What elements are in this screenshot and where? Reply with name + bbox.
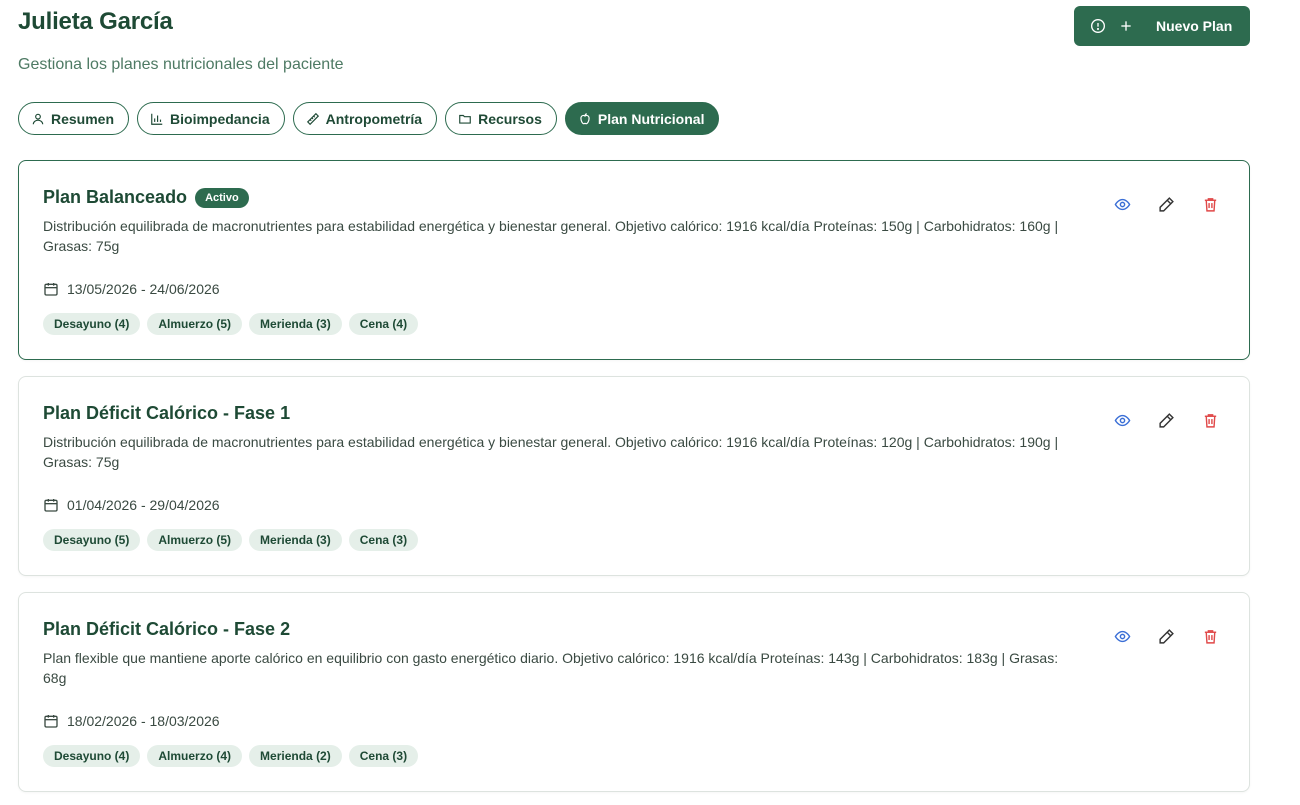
tab-label: Recursos bbox=[478, 110, 542, 127]
plan-actions bbox=[1113, 411, 1219, 429]
ruler-icon bbox=[306, 112, 319, 125]
patient-tabs: Resumen Bioimpedancia Antropometría Recu… bbox=[18, 102, 720, 135]
plan-description: Plan flexible que mantiene aporte calóri… bbox=[43, 650, 1059, 686]
meal-chip: Merienda (2) bbox=[249, 745, 342, 767]
plan-title: Plan Déficit Calórico - Fase 1 bbox=[43, 403, 291, 423]
apple-icon bbox=[580, 112, 590, 124]
plan-date-range: 18/02/2026 - 18/03/2026 bbox=[67, 713, 220, 729]
view-icon[interactable] bbox=[1113, 195, 1131, 213]
edit-icon[interactable] bbox=[1157, 195, 1175, 213]
meal-chip: Almuerzo (4) bbox=[147, 745, 243, 767]
calendar-icon bbox=[44, 499, 58, 512]
bar-chart-icon bbox=[151, 113, 163, 125]
delete-icon[interactable] bbox=[1201, 627, 1219, 645]
info-icon bbox=[1091, 19, 1105, 33]
plan-card[interactable]: Plan Déficit Calórico - Fase 1 Distribuc… bbox=[18, 376, 1250, 576]
plan-date-range: 13/05/2026 - 24/06/2026 bbox=[67, 281, 220, 297]
meal-chip: Cena (3) bbox=[348, 529, 419, 551]
plan-card[interactable]: Plan Déficit Calórico - Fase 2 Plan flex… bbox=[18, 592, 1250, 792]
meal-chips: Desayuno (4) Almuerzo (5) Merienda (3) C… bbox=[43, 313, 419, 335]
tab-bioimpedancia[interactable]: Bioimpedancia bbox=[137, 102, 285, 135]
meal-chip: Desayuno (4) bbox=[43, 745, 141, 767]
plan-dates: 01/04/2026 - 29/04/2026 bbox=[43, 497, 220, 513]
meal-chip: Cena (3) bbox=[348, 745, 419, 767]
tab-plan-nutricional[interactable]: Plan Nutricional bbox=[564, 102, 720, 135]
folder-icon bbox=[459, 114, 471, 124]
meal-chips: Desayuno (4) Almuerzo (4) Merienda (2) C… bbox=[43, 745, 419, 767]
tab-label: Bioimpedancia bbox=[170, 110, 270, 127]
meal-chip: Almuerzo (5) bbox=[147, 313, 243, 335]
user-icon bbox=[32, 113, 44, 124]
calendar-icon bbox=[44, 715, 58, 728]
page-subtitle: Gestiona los planes nutricionales del pa… bbox=[18, 56, 344, 73]
page-header: Julieta García Gestiona los planes nutri… bbox=[18, 6, 1250, 86]
delete-icon[interactable] bbox=[1201, 411, 1219, 429]
plan-description: Distribución equilibrada de macronutrien… bbox=[43, 218, 1059, 254]
plan-dates: 18/02/2026 - 18/03/2026 bbox=[43, 713, 220, 729]
view-icon[interactable] bbox=[1113, 627, 1131, 645]
tab-label: Plan Nutricional bbox=[597, 110, 705, 127]
plan-actions bbox=[1113, 195, 1219, 213]
meal-chip: Desayuno (5) bbox=[43, 529, 141, 551]
page-title: Julieta García bbox=[18, 8, 173, 35]
calendar-icon bbox=[44, 283, 58, 296]
meal-chip: Cena (4) bbox=[348, 313, 419, 335]
plan-description: Distribución equilibrada de macronutrien… bbox=[43, 434, 1059, 470]
plan-card[interactable]: Plan Balanceado Activo Distribución equi… bbox=[18, 160, 1250, 360]
status-badge: Activo bbox=[195, 187, 249, 208]
tab-antropometria[interactable]: Antropometría bbox=[292, 102, 438, 135]
tab-resumen[interactable]: Resumen bbox=[18, 102, 130, 135]
plan-title: Plan Déficit Calórico - Fase 2 bbox=[43, 619, 291, 639]
delete-icon[interactable] bbox=[1201, 195, 1219, 213]
edit-icon[interactable] bbox=[1157, 627, 1175, 645]
meal-chip: Merienda (3) bbox=[249, 313, 342, 335]
tab-label: Resumen bbox=[51, 110, 115, 127]
tab-recursos[interactable]: Recursos bbox=[445, 102, 557, 135]
plan-dates: 13/05/2026 - 24/06/2026 bbox=[43, 281, 220, 297]
meal-chip: Desayuno (4) bbox=[43, 313, 141, 335]
meal-chips: Desayuno (5) Almuerzo (5) Merienda (3) C… bbox=[43, 529, 419, 551]
plan-actions bbox=[1113, 627, 1219, 645]
plus-icon bbox=[1121, 21, 1131, 31]
edit-icon[interactable] bbox=[1157, 411, 1175, 429]
new-plan-label: Nuevo Plan bbox=[1156, 18, 1233, 34]
plan-date-range: 01/04/2026 - 29/04/2026 bbox=[67, 497, 220, 513]
view-icon[interactable] bbox=[1113, 411, 1131, 429]
meal-chip: Merienda (3) bbox=[249, 529, 342, 551]
meal-chip: Almuerzo (5) bbox=[147, 529, 243, 551]
tab-label: Antropometría bbox=[325, 110, 423, 127]
plan-title: Plan Balanceado bbox=[43, 187, 188, 207]
new-plan-button[interactable]: Nuevo Plan bbox=[1074, 6, 1250, 46]
